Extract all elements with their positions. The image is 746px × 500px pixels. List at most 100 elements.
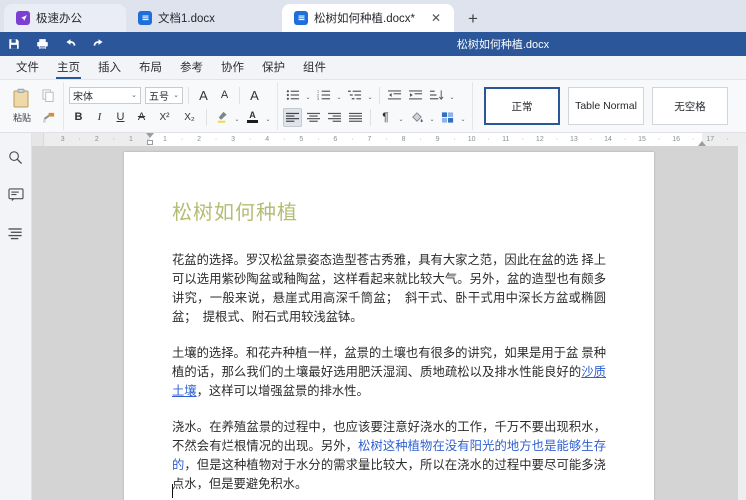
print-button[interactable] bbox=[28, 32, 56, 56]
bullet-list-button[interactable] bbox=[283, 86, 302, 105]
grow-font-button[interactable]: A bbox=[194, 86, 213, 105]
font-color-icon: A bbox=[249, 110, 256, 120]
align-center-button[interactable] bbox=[304, 108, 323, 127]
menu-item-file[interactable]: 文件 bbox=[8, 57, 47, 78]
paint-bucket-icon bbox=[411, 111, 423, 122]
redo-button[interactable] bbox=[84, 32, 112, 56]
work-area: 3 · 2 · 1 · 1 · 2 · 3 · 4 · 5 · 6 · 7 · 8 · 9 · 10 · 11 · 12 · 13 · 14 · 1… bbox=[0, 133, 746, 500]
formatting-marks-button[interactable]: ¶ bbox=[376, 108, 395, 127]
italic-icon: I bbox=[97, 111, 102, 123]
multilevel-list-button[interactable] bbox=[345, 86, 364, 105]
document-scroll-stage[interactable]: 松树如何种植 花盆的选择。罗汉松盆景姿态造型苍古秀雅，具有大家之范，因此在盆的选… bbox=[32, 146, 746, 500]
chevron-down-icon[interactable]: ⌄ bbox=[459, 108, 467, 127]
style-normal[interactable]: 正常 bbox=[484, 87, 560, 125]
chevron-down-icon[interactable]: ⌄ bbox=[304, 86, 312, 105]
chevron-down-icon[interactable]: ⌄ bbox=[397, 108, 405, 127]
chevron-down-icon[interactable]: ⌄ bbox=[335, 86, 343, 105]
chevron-down-icon[interactable]: ⌄ bbox=[428, 108, 436, 127]
document-page[interactable]: 松树如何种植 花盆的选择。罗汉松盆景姿态造型苍古秀雅，具有大家之范，因此在盆的选… bbox=[124, 152, 654, 500]
copy-button[interactable] bbox=[39, 86, 58, 105]
font-color-button[interactable]: A bbox=[243, 108, 262, 127]
paragraph-1[interactable]: 花盆的选择。罗汉松盆景姿态造型苍古秀雅，具有大家之范，因此在盆的选 择上可以选用… bbox=[172, 251, 606, 327]
ruler-tick-label: 9 bbox=[435, 136, 440, 143]
tab-label: 极速办公 bbox=[36, 13, 82, 25]
pilcrow-icon: ¶ bbox=[382, 110, 389, 124]
menu-item-insert[interactable]: 插入 bbox=[90, 57, 129, 78]
text-run: ，但是这种植物对于水分的需求量比较大，所以在浇水的过程中要尽可能多浇点水，但是要… bbox=[172, 458, 606, 491]
close-icon[interactable]: ✕ bbox=[428, 10, 444, 26]
increase-indent-button[interactable] bbox=[406, 86, 425, 105]
ruler-minor-tick: · bbox=[214, 136, 218, 143]
decrease-indent-button[interactable] bbox=[385, 86, 404, 105]
ruler-corner[interactable] bbox=[32, 133, 44, 146]
increase-indent-icon bbox=[408, 90, 422, 100]
format-painter-button[interactable] bbox=[39, 108, 58, 127]
borders-icon bbox=[441, 111, 453, 123]
paste-button[interactable]: 粘贴 bbox=[5, 82, 39, 130]
outline-icon[interactable] bbox=[6, 223, 26, 243]
tab-songshu-document[interactable]: 松树如何种植.docx* ✕ bbox=[282, 4, 454, 32]
highlight-color-button[interactable] bbox=[212, 108, 231, 127]
bold-button[interactable]: B bbox=[69, 108, 88, 127]
tab-document1[interactable]: 文档1.docx bbox=[126, 4, 282, 32]
bold-icon: B bbox=[74, 111, 83, 123]
paragraph-3[interactable]: 浇水。在养殖盆景的过程中，也应该要注意好浇水的工作，千万不要出现积水，不然会有烂… bbox=[172, 418, 606, 498]
italic-button[interactable]: I bbox=[90, 108, 109, 127]
paragraph-2[interactable]: 土壤的选择。和花卉种植一样，盆景的土壤也有很多的讲究，如果是用于盆 景种植的话，… bbox=[172, 344, 606, 401]
ruler-tick-label: 10 bbox=[467, 136, 476, 143]
sort-button[interactable] bbox=[427, 86, 446, 105]
shrink-font-button[interactable]: A bbox=[215, 86, 234, 105]
menu-item-collaborate[interactable]: 协作 bbox=[213, 57, 252, 78]
ruler-tick-label: 3 bbox=[231, 136, 236, 143]
ruler-minor-tick: · bbox=[78, 136, 81, 143]
menu-item-home[interactable]: 主页 bbox=[49, 57, 88, 79]
numbered-list-button[interactable]: 1 2 3 bbox=[314, 86, 333, 105]
vertical-scrollbar[interactable] bbox=[738, 146, 746, 500]
chevron-down-icon[interactable]: ⌄ bbox=[264, 108, 272, 127]
menu-item-components[interactable]: 组件 bbox=[295, 57, 334, 78]
undo-button[interactable] bbox=[56, 32, 84, 56]
bullet-list-icon bbox=[286, 90, 299, 100]
first-line-indent-marker[interactable] bbox=[145, 133, 154, 138]
align-left-button[interactable] bbox=[283, 107, 302, 127]
menu-item-layout[interactable]: 布局 bbox=[131, 57, 170, 78]
align-justify-button[interactable] bbox=[346, 108, 365, 127]
align-right-button[interactable] bbox=[325, 108, 344, 127]
align-left-icon bbox=[286, 112, 299, 122]
strikethrough-button[interactable]: A bbox=[132, 108, 151, 127]
ruler-minor-tick: · bbox=[419, 136, 422, 143]
style-no-spacing[interactable]: 无空格 bbox=[652, 87, 728, 125]
save-button[interactable] bbox=[0, 32, 28, 56]
search-icon[interactable] bbox=[6, 147, 26, 167]
title-bar: 松树如何种植.docx bbox=[0, 32, 746, 56]
font-name-combo[interactable]: 宋体 ⌄ bbox=[69, 86, 141, 104]
menu-item-references[interactable]: 参考 bbox=[172, 57, 211, 78]
underline-button[interactable]: U bbox=[111, 108, 130, 127]
ruler-tick-label: 13 bbox=[570, 136, 578, 143]
ruler-minor-tick: · bbox=[351, 136, 354, 143]
menu-item-protect[interactable]: 保护 bbox=[254, 57, 293, 78]
subscript-button[interactable]: X₂ bbox=[178, 108, 201, 127]
chevron-down-icon[interactable]: ⌄ bbox=[366, 86, 374, 105]
tab-jisu-office[interactable]: 极速办公 bbox=[4, 4, 126, 32]
clear-formatting-button[interactable]: A bbox=[245, 86, 264, 105]
comment-icon[interactable] bbox=[6, 185, 26, 205]
horizontal-ruler[interactable]: 3 · 2 · 1 · 1 · 2 · 3 · 4 · 5 · 6 · 7 · 8 · 9 · 10 · 11 · 12 · 13 · 14 · 1… bbox=[44, 133, 746, 146]
shading-button[interactable] bbox=[407, 108, 426, 127]
font-size-combo[interactable]: 五号 ⌄ bbox=[145, 86, 183, 104]
redo-arrow-icon bbox=[93, 39, 103, 46]
new-tab-button[interactable]: + bbox=[460, 5, 486, 31]
chevron-down-icon[interactable]: ⌄ bbox=[233, 108, 241, 127]
superscript-button[interactable]: X² bbox=[153, 108, 176, 127]
document-icon bbox=[294, 11, 308, 25]
paragraph-group: ⌄ 1 2 3 ⌄ ⌄ ⌄ ¶ ⌄ ⌄ ⌄ bbox=[277, 82, 472, 130]
divider bbox=[379, 86, 380, 104]
divider bbox=[188, 86, 189, 104]
ruler-minor-tick: · bbox=[317, 136, 320, 143]
left-indent-marker[interactable] bbox=[146, 140, 153, 145]
ruler-tick-label: 8 bbox=[401, 136, 406, 143]
underline-icon: U bbox=[116, 111, 125, 123]
chevron-down-icon[interactable]: ⌄ bbox=[448, 86, 456, 105]
style-table-normal[interactable]: Table Normal bbox=[568, 87, 644, 125]
borders-button[interactable] bbox=[438, 108, 457, 127]
